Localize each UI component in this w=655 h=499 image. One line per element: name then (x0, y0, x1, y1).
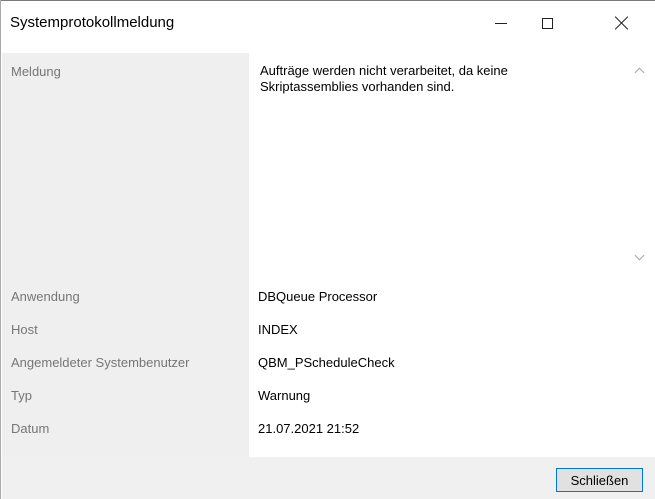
maximize-button[interactable] (524, 1, 570, 45)
application-label: Anwendung (11, 289, 80, 304)
date-label: Datum (11, 421, 50, 436)
close-icon (615, 16, 629, 30)
chevron-down-icon (634, 250, 644, 261)
host-label: Host (11, 322, 38, 337)
scroll-up-button[interactable] (632, 65, 646, 79)
label-column: Meldung Anwendung Host Angemeldeter Syst… (2, 53, 249, 457)
dialog-window: Systemprotokollmeldung Meldung Anwendung… (0, 0, 655, 499)
title-bar[interactable]: Systemprotokollmeldung (1, 0, 655, 45)
maximize-icon (541, 17, 553, 29)
close-button[interactable]: Schließen (556, 468, 643, 492)
user-value: QBM_PScheduleCheck (258, 355, 395, 370)
close-window-button[interactable] (588, 1, 655, 45)
application-value: DBQueue Processor (258, 289, 378, 304)
type-label: Typ (11, 388, 32, 403)
date-value: 21.07.2021 21:52 (258, 421, 360, 436)
minimize-button[interactable] (478, 1, 524, 45)
message-textbox[interactable]: Aufträge werden nicht verarbeitet, da ke… (249, 53, 655, 271)
message-label: Meldung (11, 64, 61, 79)
type-value: Warnung (258, 388, 311, 403)
scroll-down-button[interactable] (632, 249, 646, 263)
chevron-up-icon (634, 67, 644, 78)
host-value: INDEX (258, 322, 298, 337)
message-text: Aufträge werden nicht verarbeitet, da ke… (260, 63, 508, 94)
user-label: Angemeldeter Systembenutzer (11, 355, 190, 370)
footer-bar: Schließen (2, 457, 655, 499)
window-title: Systemprotokollmeldung (10, 14, 175, 31)
minimize-icon (495, 22, 507, 24)
